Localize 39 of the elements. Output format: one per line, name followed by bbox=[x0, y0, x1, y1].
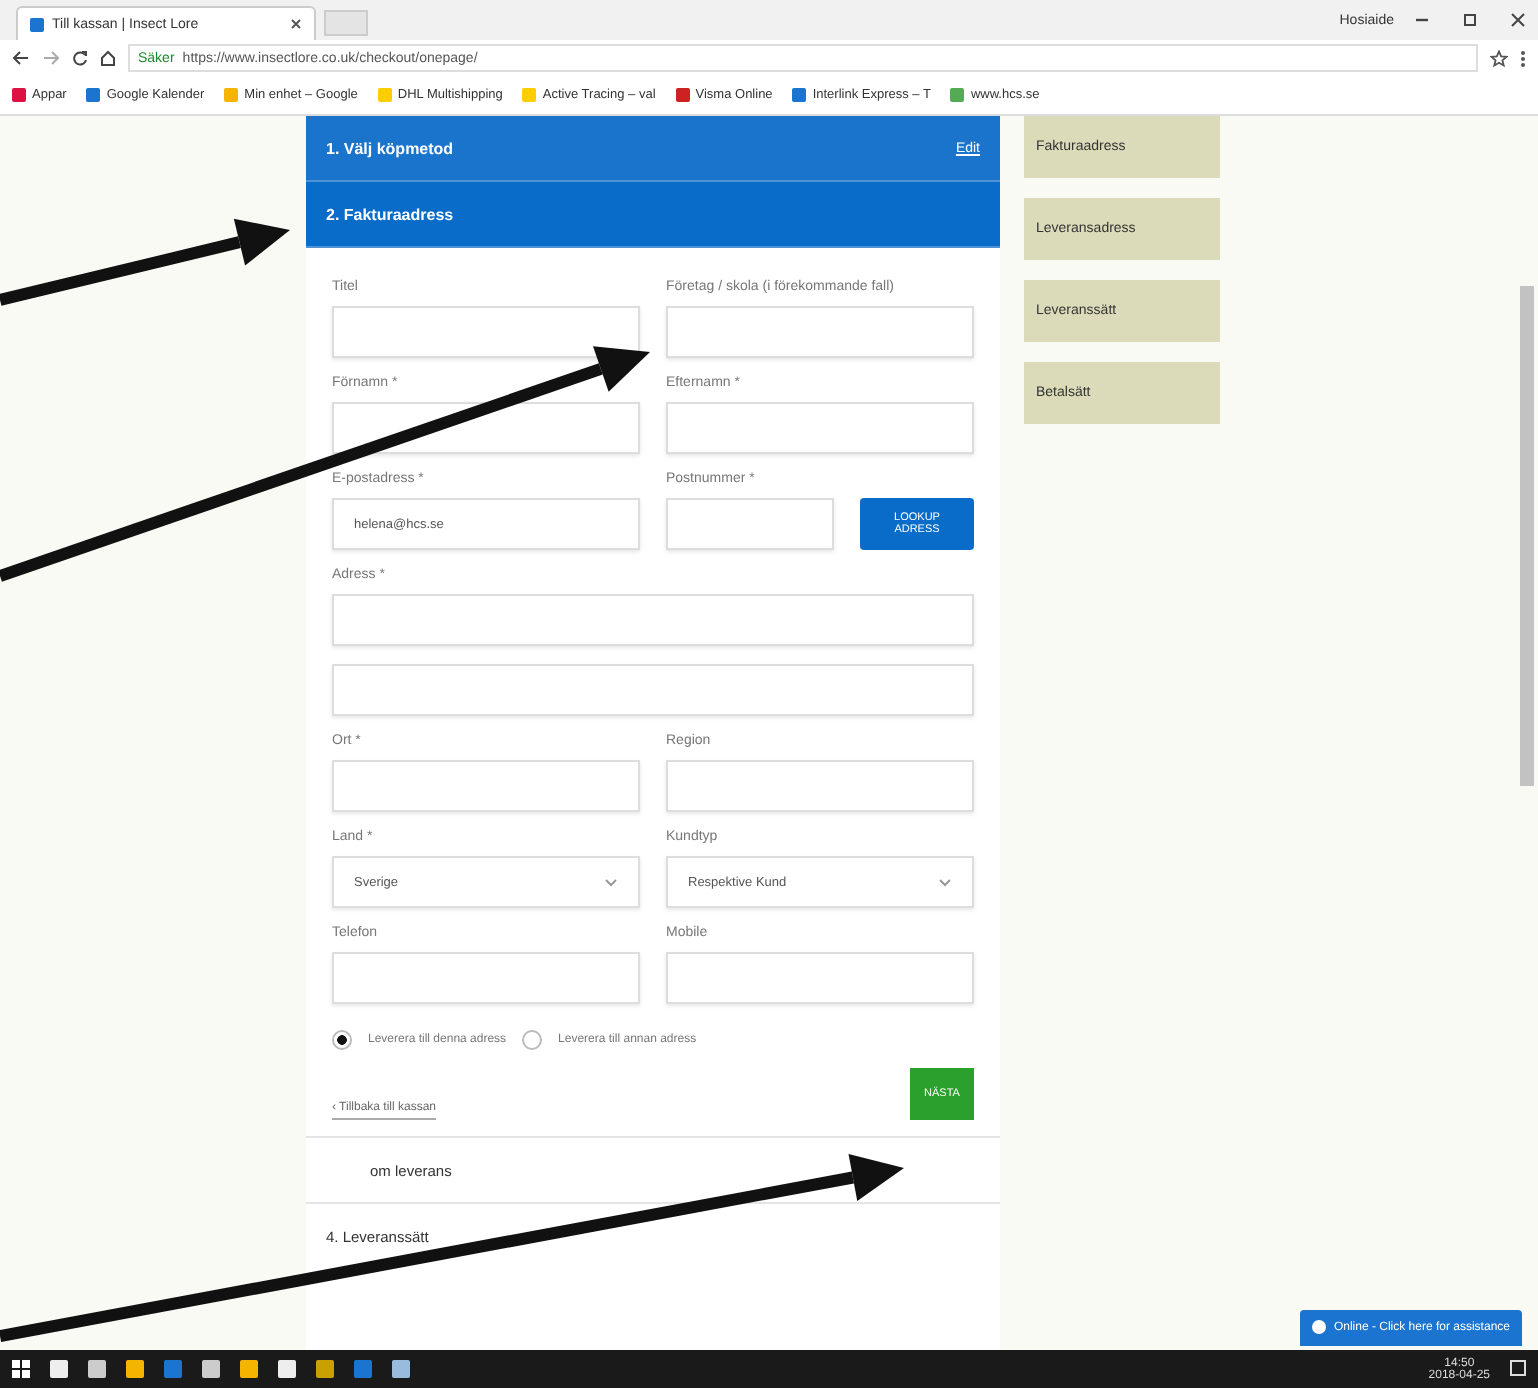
section-header[interactable]: 2. Fakturaadress bbox=[306, 182, 1000, 248]
taskbar-app-icon[interactable] bbox=[88, 1360, 106, 1378]
input-field[interactable] bbox=[666, 952, 974, 1004]
back-icon[interactable] bbox=[12, 50, 30, 66]
input-field[interactable] bbox=[332, 594, 974, 646]
close-icon[interactable] bbox=[290, 18, 302, 30]
input-field[interactable] bbox=[332, 760, 640, 812]
chevron-icon bbox=[938, 877, 952, 887]
taskbar-app-icon[interactable] bbox=[354, 1360, 372, 1378]
taskbar-app-icon[interactable] bbox=[316, 1360, 334, 1378]
windows-icon[interactable] bbox=[12, 1360, 30, 1378]
taskbar-app-icon[interactable] bbox=[202, 1360, 220, 1378]
taskbar-app-icon[interactable] bbox=[164, 1360, 182, 1378]
close-icon[interactable] bbox=[1510, 12, 1526, 28]
menu-icon[interactable] bbox=[1520, 49, 1526, 67]
new-tab-button[interactable] bbox=[324, 10, 368, 36]
input-field[interactable] bbox=[332, 952, 640, 1004]
maximize-icon[interactable] bbox=[1462, 12, 1478, 28]
input-field[interactable] bbox=[666, 760, 974, 812]
reload-icon[interactable] bbox=[72, 50, 88, 66]
input-field[interactable] bbox=[666, 402, 974, 454]
star-icon[interactable] bbox=[1490, 49, 1508, 67]
home-icon[interactable] bbox=[100, 50, 116, 66]
taskbar-app-icon[interactable] bbox=[50, 1360, 68, 1378]
forward-icon[interactable] bbox=[42, 50, 60, 66]
input-field[interactable] bbox=[666, 306, 974, 358]
taskbar-app-icon[interactable] bbox=[392, 1360, 410, 1378]
chevron-icon bbox=[604, 877, 618, 887]
taskbar-app-icon[interactable] bbox=[126, 1360, 144, 1378]
chat-icon bbox=[1311, 1320, 1326, 1336]
taskbar-app-icon[interactable] bbox=[278, 1360, 296, 1378]
input-field[interactable] bbox=[332, 306, 640, 358]
scrollbar-thumb[interactable] bbox=[1520, 286, 1534, 786]
radio-button[interactable] bbox=[332, 1030, 352, 1050]
input-field[interactable] bbox=[332, 664, 974, 716]
radio-button[interactable] bbox=[522, 1030, 543, 1050]
input-field[interactable] bbox=[666, 498, 834, 550]
taskbar-app-icon[interactable] bbox=[240, 1360, 258, 1378]
notification-icon[interactable] bbox=[1510, 1360, 1526, 1378]
